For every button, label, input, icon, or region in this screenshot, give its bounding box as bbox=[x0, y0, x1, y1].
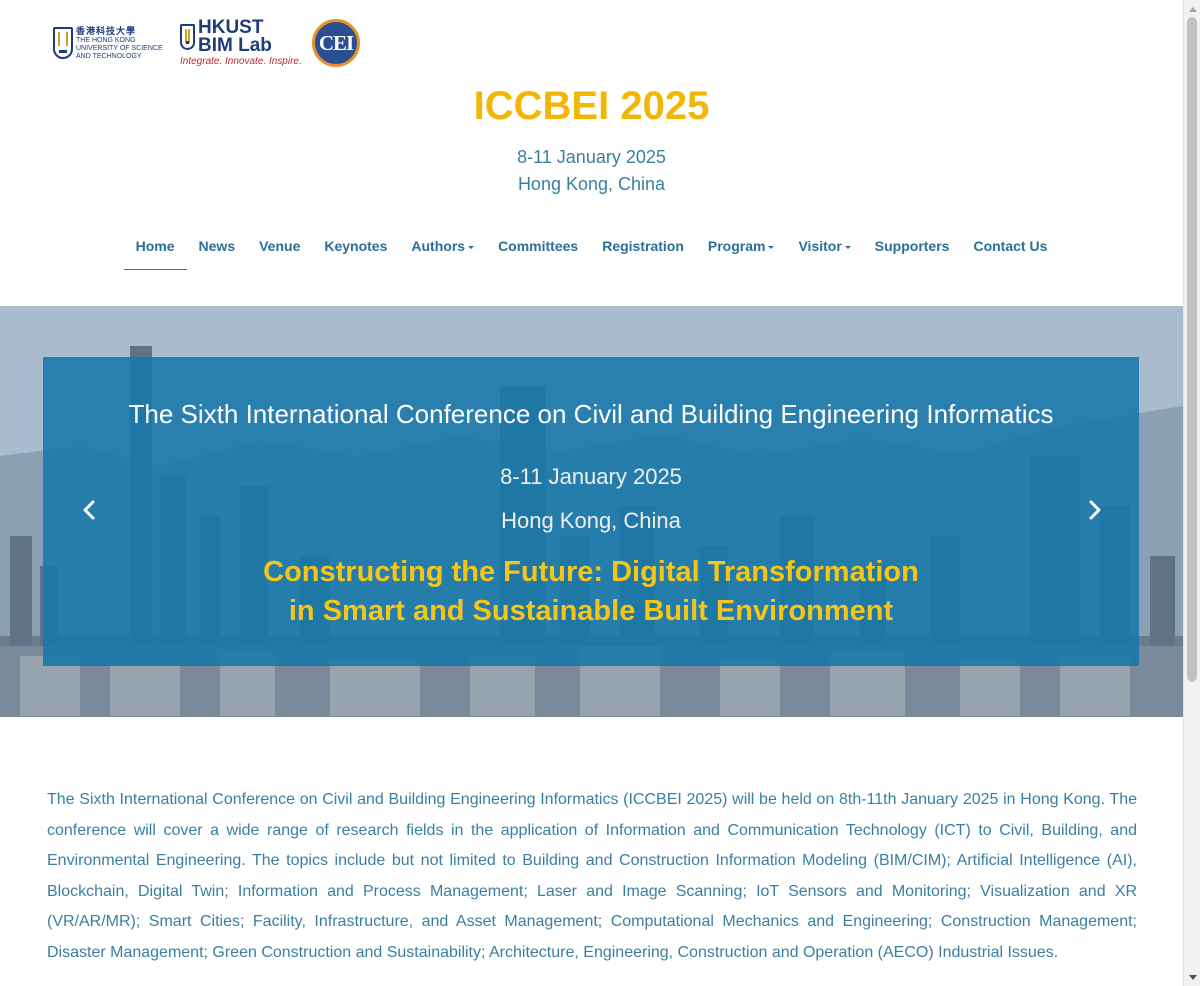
main-nav: Home News Venue Keynotes Authors Committees Re… bbox=[0, 228, 1183, 270]
main-nav-list: Home News Venue Keynotes Authors Committees Re… bbox=[123, 228, 1060, 270]
bim-lab-title: HKUST BIM Lab bbox=[198, 18, 272, 56]
caret-down-icon bbox=[844, 245, 851, 249]
nav-item-news[interactable]: News bbox=[187, 228, 248, 270]
hero-theme-line1: Constructing the Future: Digital Transfo… bbox=[263, 556, 919, 588]
nav-item-visitor[interactable]: Visitor bbox=[786, 228, 862, 270]
site-location: Hong Kong, China bbox=[517, 174, 666, 194]
nav-item-contact-us[interactable]: Contact Us bbox=[961, 228, 1059, 270]
bim-lab-logo[interactable]: HKUST BIM Lab Integrate. Innovate. Inspi… bbox=[180, 18, 302, 67]
nav-item-label: Registration bbox=[602, 238, 684, 254]
nav-item-registration[interactable]: Registration bbox=[590, 228, 696, 270]
hero-date: 8-11 January 2025 bbox=[500, 464, 682, 489]
hkust-logo-en-3: AND TECHNOLOGY bbox=[76, 52, 142, 60]
nav-item-label: Venue bbox=[259, 238, 301, 254]
nav-item-label: Keynotes bbox=[324, 238, 388, 254]
chevron-right-icon bbox=[1089, 500, 1101, 520]
scroll-down-arrow-icon bbox=[1188, 974, 1197, 980]
scroll-down-button[interactable] bbox=[1184, 969, 1200, 986]
nav-item-home[interactable]: Home bbox=[123, 228, 187, 270]
page-scrollbar[interactable] bbox=[1183, 0, 1200, 986]
nav-item-label: News bbox=[198, 238, 236, 254]
hero-carousel: The Sixth International Conference on Ci… bbox=[0, 306, 1183, 717]
nav-item-label: Home bbox=[135, 238, 175, 254]
carousel-prev-button[interactable] bbox=[78, 498, 102, 522]
cei-logo[interactable]: CEI bbox=[312, 19, 360, 67]
logo-group: 香港科技大學 THE HONG KONG UNIVERSITY OF SCIEN… bbox=[53, 18, 360, 68]
bim-crest-icon bbox=[180, 24, 195, 50]
nav-item-label: Authors bbox=[411, 238, 466, 254]
carousel-next-button[interactable] bbox=[1082, 498, 1106, 522]
nav-item-label: Committees bbox=[498, 238, 579, 254]
conference-intro-paragraph: The Sixth International Conference on Ci… bbox=[47, 791, 1137, 961]
nav-item-supporters[interactable]: Supporters bbox=[863, 228, 962, 270]
site-date: 8-11 January 2025 bbox=[517, 147, 666, 167]
hero-theme: Constructing the Future: Digital Transfo… bbox=[43, 553, 1139, 631]
site-title: ICCBEI 2025 bbox=[473, 84, 710, 128]
hero-location: Hong Kong, China bbox=[501, 508, 681, 533]
hkust-crest-icon bbox=[53, 27, 73, 59]
scrollbar-thumb[interactable] bbox=[1187, 17, 1197, 682]
nav-item-label: Supporters bbox=[874, 238, 950, 254]
nav-item-committees[interactable]: Committees bbox=[486, 228, 590, 270]
bim-lab-logo-row: HKUST BIM Lab bbox=[180, 18, 288, 56]
hkust-logo-cn: 香港科技大學 bbox=[76, 25, 137, 36]
hkust-logo-en-2: UNIVERSITY OF SCIENCE bbox=[76, 44, 163, 52]
nav-item-program[interactable]: Program bbox=[696, 228, 787, 270]
nav-item-label: Program bbox=[707, 238, 766, 254]
nav-item-label: Visitor bbox=[798, 238, 842, 254]
hero-title: The Sixth International Conference on Ci… bbox=[128, 399, 1054, 429]
chevron-left-icon bbox=[83, 500, 95, 520]
bim-lab-line2: BIM Lab bbox=[198, 35, 272, 56]
scroll-up-arrow-icon bbox=[1188, 6, 1197, 12]
bim-lab-tagline: Integrate. Innovate. Inspire. bbox=[180, 56, 302, 67]
scroll-up-button[interactable] bbox=[1184, 0, 1200, 17]
nav-item-keynotes[interactable]: Keynotes bbox=[312, 228, 399, 270]
nav-item-label: Contact Us bbox=[973, 238, 1048, 254]
cei-logo-text: CEI bbox=[318, 30, 354, 55]
nav-item-venue[interactable]: Venue bbox=[247, 228, 312, 270]
hkust-logo-text: 香港科技大學 THE HONG KONG UNIVERSITY OF SCIEN… bbox=[76, 26, 163, 61]
hkust-logo-en-1: THE HONG KONG bbox=[76, 36, 136, 44]
caret-down-icon bbox=[768, 245, 775, 249]
hkust-logo[interactable]: 香港科技大學 THE HONG KONG UNIVERSITY OF SCIEN… bbox=[53, 26, 168, 61]
hero-theme-line2: in Smart and Sustainable Built Environme… bbox=[288, 595, 894, 627]
caret-down-icon bbox=[468, 245, 475, 249]
hero-overlay-panel: The Sixth International Conference on Ci… bbox=[43, 357, 1139, 666]
nav-item-authors[interactable]: Authors bbox=[399, 228, 486, 270]
